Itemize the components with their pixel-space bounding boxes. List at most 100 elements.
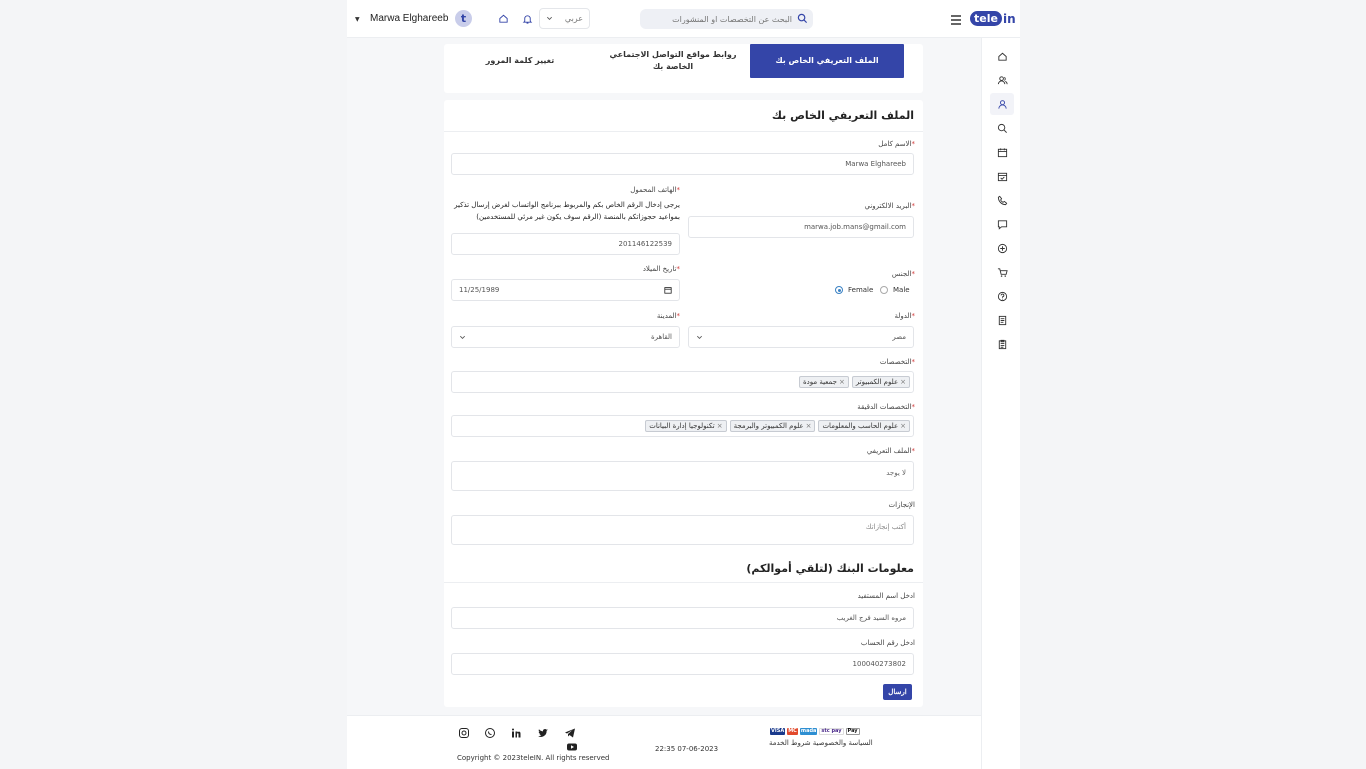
top-bar: tele in عربي t Marwa Elghareeb ▼ [347,0,1020,38]
sidebar-reports[interactable] [990,333,1014,355]
sidebar-cart[interactable] [990,261,1014,283]
remove-tag-icon[interactable]: × [900,422,906,430]
sidebar-bookings[interactable] [990,165,1014,187]
city-select[interactable]: القاهرة [451,326,680,348]
cart-icon [997,267,1008,277]
profile-tabs: الملف التعريفي الخاص بك روابط مواقع التو… [444,44,923,93]
search-bar[interactable] [640,9,813,29]
remove-tag-icon[interactable]: × [900,378,906,386]
specialties-field[interactable]: ×علوم الكمبيوتر ×جمعية مودة [451,371,914,393]
plus-circle-icon [997,243,1007,253]
sidebar-help[interactable] [990,285,1014,307]
sub-specialty-tag: ×علوم الكمبيوتر والبرمجة [729,420,816,432]
country-value: مصر [892,333,906,341]
sub-specialty-tag: ×تكنولوجيا إدارة البيانات [645,420,727,432]
bell-icon[interactable] [522,13,533,25]
instagram-icon[interactable] [458,724,470,738]
twitter-icon[interactable] [537,724,549,737]
male-radio[interactable] [880,286,888,294]
username[interactable]: Marwa Elghareeb [370,13,448,24]
search-input[interactable] [648,9,792,29]
search-icon [997,123,1007,133]
search-icon[interactable] [797,13,808,24]
sidebar-home[interactable] [990,45,1014,67]
mobile-field[interactable]: 201146122539 [451,233,680,255]
menu-icon[interactable] [949,12,963,26]
specialty-tag: ×جمعية مودة [798,376,849,388]
sidebar [981,38,1020,769]
sidebar-search[interactable] [990,117,1014,139]
female-label: Female [848,286,874,294]
beneficiary-field[interactable]: مروه السيد فرج الغريب [451,607,914,629]
sidebar-calendar[interactable] [990,141,1014,163]
logo[interactable]: tele in [970,10,1016,27]
sub-specialties-field[interactable]: ×علوم الحاسب والمعلومات ×علوم الكمبيوتر … [451,415,914,437]
divider [444,131,923,132]
calendar-check-icon [997,172,1007,181]
remove-tag-icon[interactable]: × [717,422,723,430]
logo-tele: tele [970,11,1002,26]
mobile-value: 201146122539 [618,240,672,248]
mastercard-icon: MC [787,727,798,735]
caret-down-icon[interactable]: ▼ [355,16,360,23]
linkedin-icon[interactable] [510,724,522,738]
birthdate-field[interactable]: 11/25/1989 [451,279,680,301]
sidebar-users[interactable] [990,69,1014,91]
bio-textarea[interactable]: لا يوجد [451,461,914,491]
sidebar-documents[interactable] [990,309,1014,331]
specialties-label-text: التخصصات [879,358,912,366]
beneficiary-label: ادخل اسم المستفيد [857,592,915,600]
birthdate-label: *تاريخ الميلاد [642,265,680,273]
gender-label-text: الجنس [891,270,912,278]
full-name-field[interactable]: Marwa Elghareeb [451,153,914,175]
city-label: *المدينة [656,312,680,320]
country-select[interactable]: مصر [688,326,914,348]
tab-social-links[interactable]: روابط مواقع التواصل الاجتماعي الخاصة بك [596,44,750,78]
achievements-textarea[interactable]: أكتب إنجازاتك [451,515,914,545]
sub-specialty-tag-label: علوم الكمبيوتر والبرمجة [733,422,804,430]
gender-label: *الجنس [891,270,915,278]
achievements-label: الإنجازات [888,501,915,509]
account-value: 100040273802 [852,660,906,668]
mada-icon: mada [799,727,818,735]
specialty-tag-label: علوم الكمبيوتر [855,378,899,386]
sub-specialty-tag: ×علوم الحاسب والمعلومات [818,420,910,432]
birthdate-value: 11/25/1989 [459,286,500,294]
sub-specialties-label: *التخصصات الدقيقة [857,403,915,411]
policy-links[interactable]: السياسة والخصوصية شروط الخدمة [769,739,873,747]
specialty-tag-label: جمعية مودة [802,378,837,386]
sidebar-profile[interactable] [990,93,1014,115]
stc-pay-icon: stc pay [819,727,844,735]
home-icon[interactable] [498,13,509,24]
remove-tag-icon[interactable]: × [806,422,812,430]
whatsapp-icon[interactable] [484,724,496,738]
sidebar-calls[interactable] [990,189,1014,211]
city-value: القاهرة [651,333,672,341]
telegram-icon[interactable] [564,724,576,738]
bank-section-title: معلومات البنك (لتلقي أموالكم) [746,562,914,575]
tab-profile[interactable]: الملف التعريفي الخاص بك [750,44,904,78]
birthdate-label-text: تاريخ الميلاد [642,265,677,273]
tab-change-password[interactable]: تغيير كلمة المرور [444,44,596,78]
mobile-label: *الهاتف المحمول [630,186,680,194]
gender-male-option[interactable]: Male [880,286,910,294]
avatar[interactable]: t [455,10,472,27]
submit-button[interactable]: ارسال [883,684,912,700]
gender-female-option[interactable]: Female [835,286,873,294]
sidebar-chat[interactable] [990,213,1014,235]
calendar-icon [997,147,1007,157]
calendar-icon[interactable] [664,286,672,294]
user-icon [997,99,1007,109]
language-select[interactable]: عربي [539,8,590,29]
bio-label-text: الملف التعريفي [866,447,912,455]
profile-card: الملف التعريفي الخاص بك *الاسم كامل Marw… [444,100,923,707]
sidebar-add[interactable] [990,237,1014,259]
female-radio[interactable] [835,286,843,294]
email-field[interactable]: marwa.job.mans@gmail.com [688,216,914,238]
account-field[interactable]: 100040273802 [451,653,914,675]
account-label: ادخل رقم الحساب [860,639,915,647]
full-name-label-text: الاسم كامل [878,140,912,148]
chevron-down-icon [460,335,465,339]
youtube-icon[interactable] [566,738,578,751]
remove-tag-icon[interactable]: × [839,378,845,386]
